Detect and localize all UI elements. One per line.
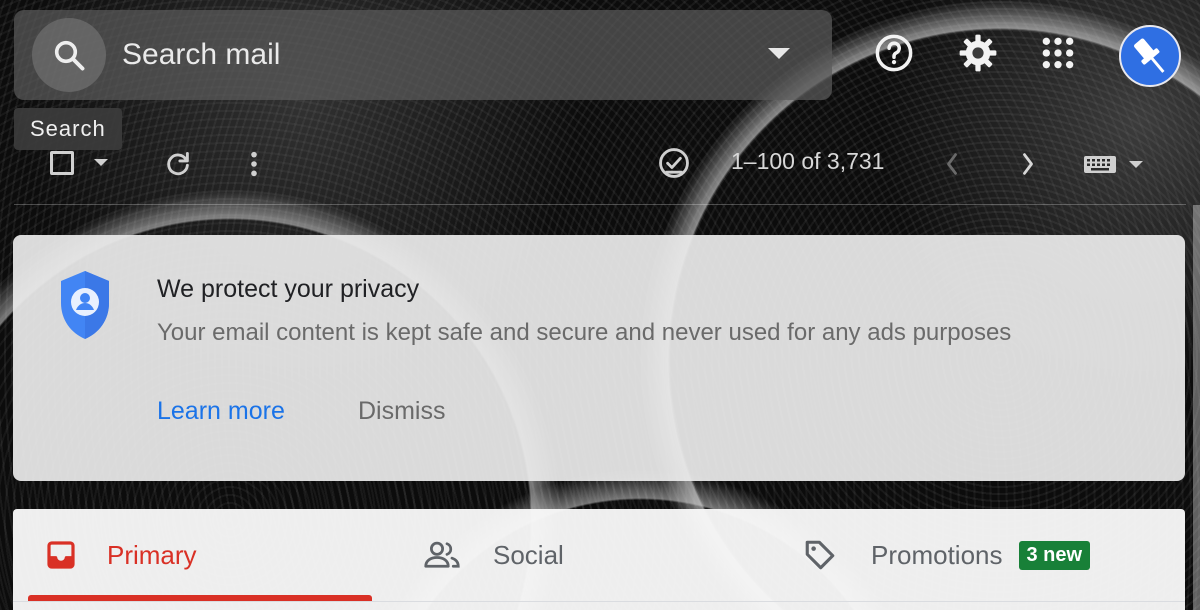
shield-icon — [61, 271, 109, 339]
more-vert-icon — [251, 151, 257, 177]
privacy-description: Your email content is kept safe and secu… — [157, 319, 1012, 346]
select-all-checkbox[interactable] — [50, 151, 74, 175]
older-button[interactable] — [1014, 147, 1042, 181]
tab-primary[interactable]: Primary — [45, 509, 197, 601]
tab-promotions-label: Promotions — [871, 539, 1003, 570]
toolbar-divider — [14, 204, 1186, 205]
help-icon — [875, 34, 913, 72]
search-tooltip: Search — [14, 108, 122, 150]
dismiss-button[interactable]: Dismiss — [358, 397, 446, 426]
search-button[interactable] — [32, 18, 106, 92]
newer-button[interactable] — [938, 147, 966, 181]
privacy-title: We protect your privacy — [157, 275, 420, 303]
task-check-icon — [659, 148, 689, 178]
gear-icon — [959, 34, 997, 72]
tab-promotions[interactable]: Promotions 3 new — [803, 509, 1091, 601]
settings-button[interactable] — [955, 30, 1001, 76]
chevron-down-icon[interactable] — [768, 48, 790, 59]
task-button[interactable] — [656, 145, 692, 181]
pin-icon — [1134, 38, 1165, 73]
apps-grid-icon — [1042, 37, 1074, 69]
tag-icon — [805, 540, 835, 570]
search-bar[interactable]: Search mail — [14, 10, 832, 100]
select-dropdown[interactable] — [93, 157, 109, 167]
refresh-icon — [167, 151, 189, 176]
chevron-down-icon — [94, 158, 108, 166]
people-icon — [424, 541, 460, 568]
search-icon — [54, 40, 85, 71]
keyboard-icon — [1084, 156, 1116, 173]
chevron-down-icon — [1129, 160, 1143, 168]
inbox-icon — [47, 541, 75, 569]
chevron-left-icon — [947, 153, 957, 175]
page-count: 1–100 of 3,731 — [731, 148, 885, 174]
tab-primary-label: Primary — [107, 539, 197, 570]
tab-social[interactable]: Social — [423, 509, 564, 601]
chevron-right-icon — [1023, 153, 1033, 175]
learn-more-link[interactable]: Learn more — [157, 397, 285, 426]
tab-social-label: Social — [493, 539, 564, 570]
tabs-divider — [13, 601, 1185, 602]
scrollbar[interactable] — [1193, 205, 1200, 610]
more-options-button[interactable] — [240, 146, 268, 182]
privacy-notice-card: We protect your privacy Your email conte… — [13, 235, 1185, 481]
apps-button[interactable] — [1035, 30, 1081, 76]
help-button[interactable] — [871, 30, 917, 76]
inbox-category-tabs: Primary Social Promotions 3 new — [13, 509, 1185, 610]
avatar[interactable] — [1119, 25, 1181, 87]
input-tools-button[interactable] — [1080, 150, 1146, 178]
new-count-badge: 3 new — [1018, 540, 1091, 570]
search-input[interactable]: Search mail — [122, 38, 280, 72]
refresh-button[interactable] — [160, 146, 196, 182]
